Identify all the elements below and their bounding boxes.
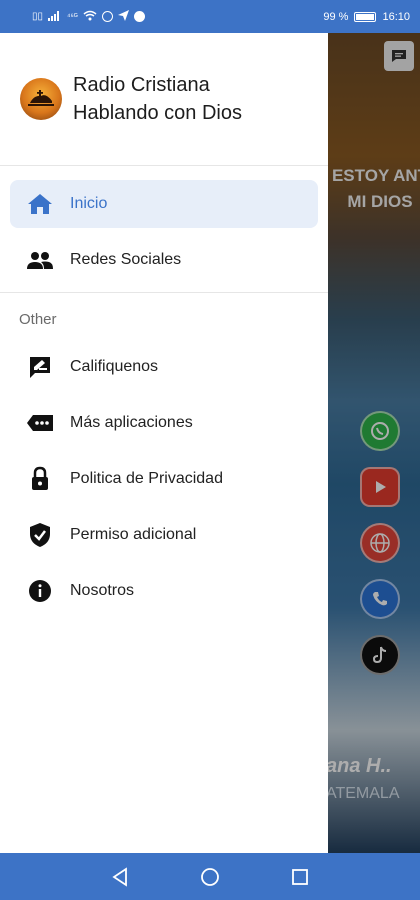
- sim-icon: ▯▯: [32, 11, 44, 22]
- scrim[interactable]: [328, 33, 420, 853]
- menu-item-label: Politica de Privacidad: [70, 470, 223, 487]
- status-icons-left: ▯▯ ⁴⁶ᴳ: [32, 9, 145, 24]
- recents-button[interactable]: [289, 866, 311, 888]
- menu-item-politica-privacidad[interactable]: Politica de Privacidad: [10, 455, 318, 503]
- clock: 16:10: [382, 10, 410, 23]
- menu-item-nosotros[interactable]: Nosotros: [10, 567, 318, 615]
- navigation-drawer: Radio Cristiana Hablando con Dios Inicio…: [0, 33, 328, 853]
- wifi-icon: [83, 10, 97, 24]
- status-bar: ▯▯ ⁴⁶ᴳ 99 % 16:10: [0, 0, 420, 33]
- info-icon: [26, 577, 54, 605]
- main-menu: Inicio Redes Sociales: [0, 166, 328, 284]
- app-title-line-1: Radio Cristiana: [73, 74, 210, 96]
- menu-item-permiso-adicional[interactable]: Permiso adicional: [10, 511, 318, 559]
- system-nav-bar: [0, 853, 420, 900]
- background-app: ESTOY ANT MI DIOS ana H.. ATEMALA: [328, 33, 420, 853]
- drawer-header: Radio Cristiana Hablando con Dios: [0, 33, 328, 166]
- people-icon: [26, 246, 54, 274]
- menu-item-redes-sociales[interactable]: Redes Sociales: [10, 236, 318, 284]
- hotspot-icon: [101, 11, 113, 22]
- send-icon: [117, 9, 129, 24]
- menu-item-califiquenos[interactable]: Califiquenos: [10, 343, 318, 391]
- menu-item-label: Permiso adicional: [70, 526, 197, 543]
- menu-item-label: Nosotros: [70, 582, 135, 599]
- battery-icon: [354, 11, 377, 22]
- lock-icon: [26, 465, 54, 493]
- network-type: ⁴⁶ᴳ: [67, 12, 78, 21]
- section-label-other: Other: [19, 311, 57, 328]
- more-apps-icon: [26, 409, 54, 437]
- messenger-icon: [133, 11, 145, 22]
- other-menu: Califiquenos Más aplicaciones Politica d…: [0, 335, 328, 615]
- menu-item-label: Redes Sociales: [70, 251, 182, 268]
- shield-check-icon: [26, 521, 54, 549]
- app-title: Radio Cristiana Hablando con Dios: [73, 71, 242, 127]
- home-button[interactable]: [199, 866, 221, 888]
- battery-fill: [356, 13, 375, 20]
- app-title-line-2: Hablando con Dios: [73, 102, 242, 124]
- home-icon: [26, 190, 54, 218]
- app-logo: [20, 78, 62, 120]
- signal-icon: [48, 10, 62, 24]
- battery-percent: 99 %: [323, 10, 349, 23]
- menu-item-label: Inicio: [70, 195, 108, 212]
- rate-review-icon: [26, 353, 54, 381]
- menu-item-mas-aplicaciones[interactable]: Más aplicaciones: [10, 399, 318, 447]
- menu-item-inicio[interactable]: Inicio: [10, 180, 318, 228]
- back-button[interactable]: [109, 866, 131, 888]
- menu-item-label: Más aplicaciones: [70, 414, 193, 431]
- menu-item-label: Califiquenos: [70, 358, 159, 375]
- status-icons-right: 99 % 16:10: [323, 11, 410, 23]
